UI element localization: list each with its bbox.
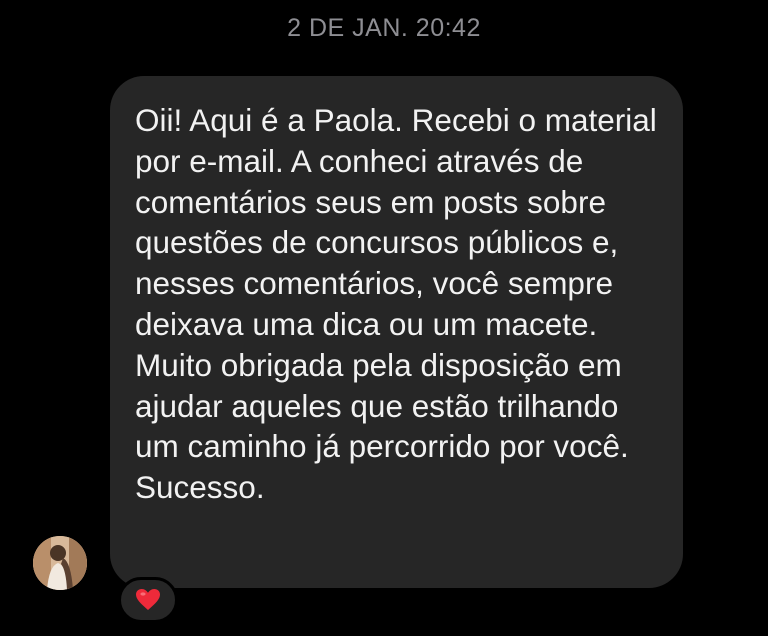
message-text: Oii! Aqui é a Paola. Recebi o material p…: [135, 102, 657, 506]
heart-reaction[interactable]: [118, 577, 178, 623]
profile-photo-icon: [33, 536, 87, 590]
message-bubble[interactable]: Oii! Aqui é a Paola. Recebi o material p…: [110, 76, 683, 588]
message-timestamp: 2 DE JAN. 20:42: [287, 14, 481, 42]
sender-avatar[interactable]: [33, 536, 87, 590]
heart-icon: [136, 589, 160, 610]
